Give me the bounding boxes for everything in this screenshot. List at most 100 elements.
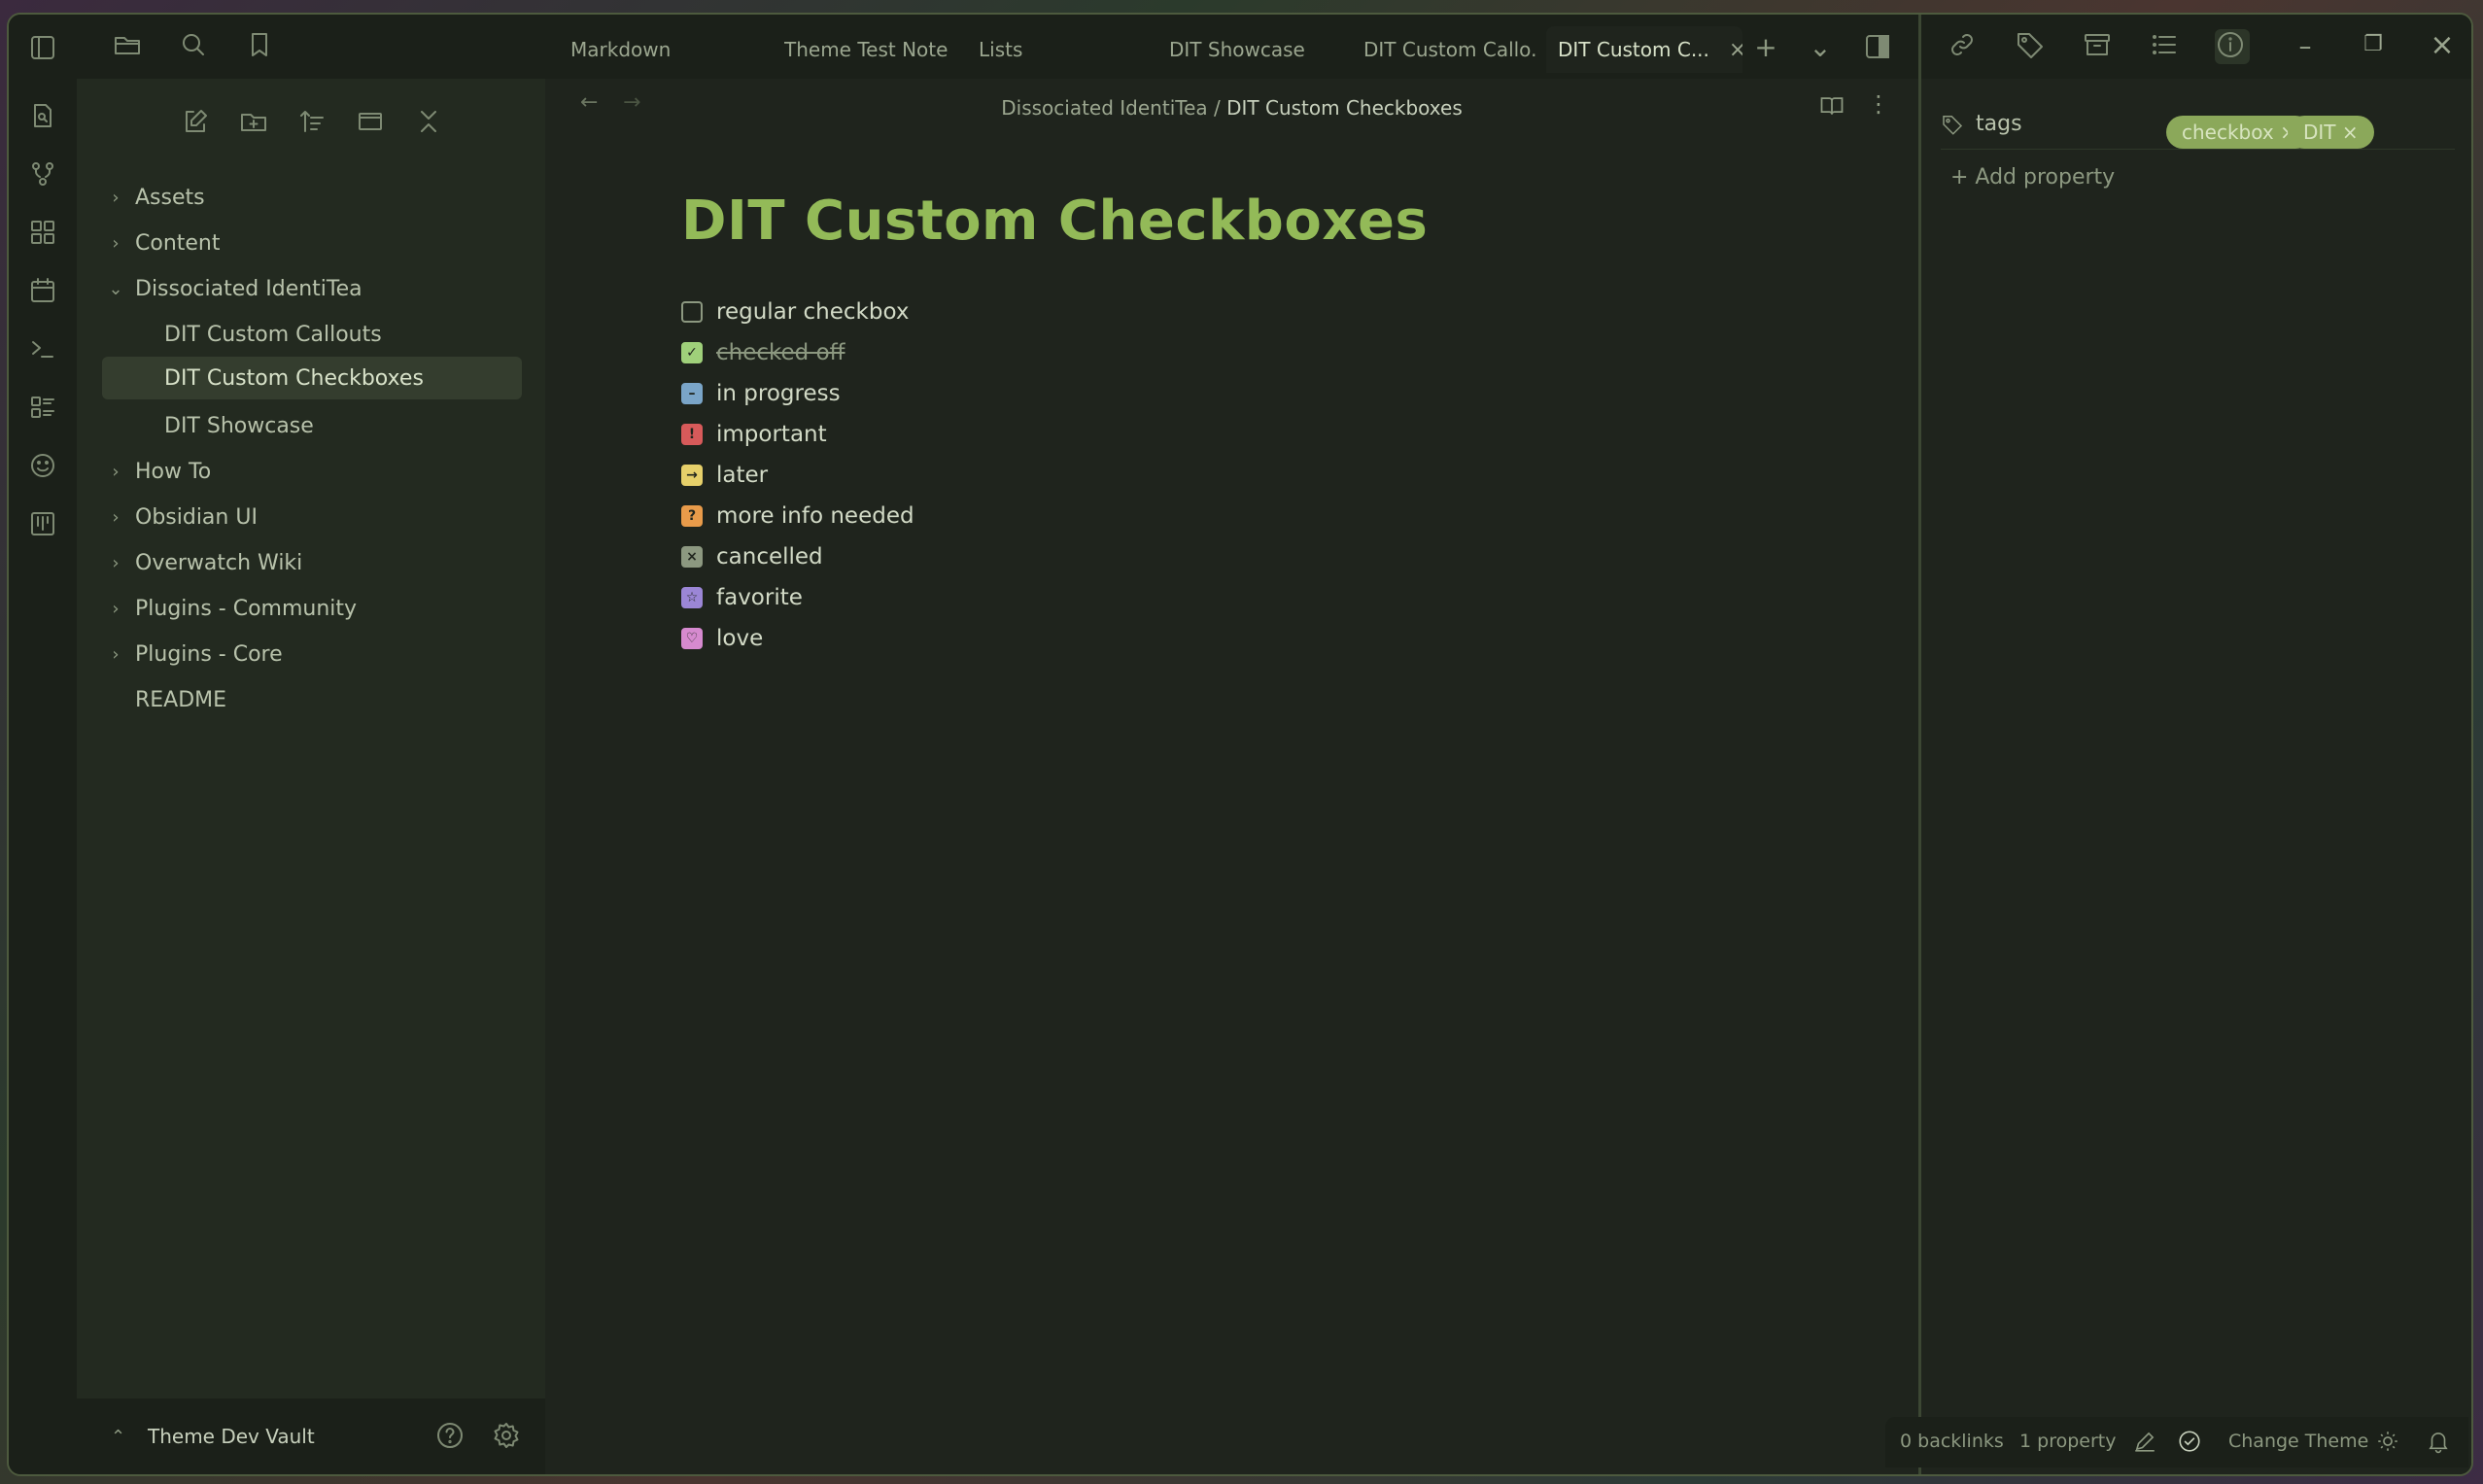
property-key-label: tags	[1976, 112, 2022, 136]
task-item: → later	[681, 455, 1428, 496]
tab-lists[interactable]: Lists	[979, 26, 1095, 73]
tag-icon[interactable]	[2015, 29, 2050, 64]
status-backlinks-label[interactable]: 0 backlinks	[1900, 1431, 2004, 1452]
backlinks-icon[interactable]	[1947, 29, 1982, 64]
ribbon	[9, 15, 77, 1474]
notification-bell-icon[interactable]	[2426, 1429, 2451, 1454]
task-item: – in progress	[681, 373, 1428, 414]
tab-list-chevron-down-icon[interactable]: ⌄	[1803, 30, 1838, 65]
kanban-icon[interactable]	[25, 506, 60, 541]
tag-icon	[1943, 115, 1963, 135]
tree-item-label: Dissociated IdentiTea	[135, 276, 362, 301]
graph-view-icon[interactable]	[25, 156, 60, 191]
task-label[interactable]: important	[716, 422, 827, 447]
status-properties[interactable]: 1 property	[2019, 1431, 2116, 1452]
close-tab-icon[interactable]: ×	[1729, 38, 1742, 62]
tree-folder-how-to[interactable]: › How To	[106, 452, 524, 491]
task-label[interactable]: regular checkbox	[716, 299, 909, 325]
tab-theme-test-note[interactable]: Theme Test Note	[784, 26, 969, 73]
edit-pencil-icon[interactable]	[2132, 1429, 2157, 1454]
sync-check-icon[interactable]	[2177, 1429, 2202, 1454]
open-quick-switcher-icon[interactable]	[25, 98, 60, 133]
emoji-icon[interactable]	[25, 448, 60, 483]
task-item: ? more info needed	[681, 496, 1428, 536]
breadcrumb-current[interactable]: DIT Custom Checkboxes	[1226, 96, 1463, 120]
sort-icon[interactable]	[296, 106, 331, 141]
tree-file-dit-custom-callouts[interactable]: DIT Custom Callouts	[164, 315, 524, 354]
daily-note-icon[interactable]	[25, 273, 60, 308]
vault-switcher-bar: ⌃ Theme Dev Vault	[77, 1398, 545, 1474]
canvas-icon[interactable]	[25, 215, 60, 250]
task-label[interactable]: favorite	[716, 585, 803, 610]
task-checkbox[interactable]	[681, 301, 703, 323]
collapse-all-icon[interactable]	[413, 106, 448, 141]
task-label[interactable]: checked off	[716, 340, 845, 365]
task-label[interactable]: love	[716, 626, 763, 651]
task-item: ♡ love	[681, 618, 1428, 659]
task-checkbox[interactable]: ×	[681, 546, 703, 568]
note-title[interactable]: DIT Custom Checkboxes	[681, 190, 1428, 253]
right-sidebar-header: – ❐ ×	[1921, 15, 2471, 79]
auto-reveal-icon[interactable]	[355, 106, 390, 141]
task-checkbox[interactable]: ?	[681, 505, 703, 527]
right-sidebar: – ❐ × tags checkbox × DIT × + Add proper…	[1918, 15, 2471, 1474]
new-folder-icon[interactable]	[238, 106, 273, 141]
tab-markdown[interactable]: Markdown	[570, 26, 716, 73]
breadcrumb-parent[interactable]: Dissociated IdentiTea	[1001, 96, 1207, 120]
vault-switcher-chevron-icon[interactable]: ⌃	[111, 1427, 125, 1447]
task-checkbox[interactable]: ☆	[681, 587, 703, 608]
breadcrumb-separator: /	[1214, 96, 1221, 120]
toggle-sidebar-icon[interactable]	[25, 30, 60, 65]
tree-file-dit-showcase[interactable]: DIT Showcase	[164, 406, 524, 445]
archive-icon[interactable]	[2082, 29, 2117, 64]
tree-folder-plugins-core[interactable]: › Plugins - Core	[106, 635, 524, 673]
help-icon[interactable]	[434, 1420, 469, 1455]
minimize-icon[interactable]: –	[2291, 32, 2320, 61]
tree-file-readme[interactable]: README	[135, 680, 524, 719]
tab-dit-custom-checkboxes[interactable]: DIT Custom C... ×	[1546, 26, 1742, 73]
task-label[interactable]: in progress	[716, 381, 841, 406]
task-label[interactable]: more info needed	[716, 503, 914, 529]
templates-icon[interactable]	[25, 390, 60, 425]
tree-file-dit-custom-checkboxes[interactable]: DIT Custom Checkboxes	[102, 357, 522, 399]
sun-icon[interactable]	[2375, 1429, 2400, 1454]
task-label[interactable]: cancelled	[716, 544, 823, 569]
vault-name[interactable]: Theme Dev Vault	[148, 1425, 315, 1448]
property-key[interactable]: tags	[1941, 112, 2022, 136]
more-options-icon[interactable]: ⋮	[1867, 90, 1890, 120]
tree-folder-dissociated-identitea[interactable]: ⌄ Dissociated IdentiTea	[106, 269, 524, 308]
info-icon[interactable]	[2215, 29, 2250, 64]
search-icon[interactable]	[178, 29, 213, 64]
add-property-button[interactable]: + Add property	[1950, 165, 2115, 190]
reading-view-book-icon[interactable]	[1818, 92, 1847, 121]
settings-gear-icon[interactable]	[491, 1420, 526, 1455]
toggle-right-sidebar-icon[interactable]	[1862, 31, 1897, 66]
task-checkbox[interactable]: →	[681, 465, 703, 486]
folder-icon[interactable]	[112, 29, 147, 64]
task-checkbox[interactable]: ✓	[681, 342, 703, 363]
tree-folder-content[interactable]: › Content	[106, 224, 524, 262]
close-window-icon[interactable]: ×	[2428, 28, 2457, 62]
tree-folder-obsidian-ui[interactable]: › Obsidian UI	[106, 498, 524, 536]
new-tab-plus-icon[interactable]: +	[1748, 30, 1783, 65]
task-checkbox[interactable]: !	[681, 424, 703, 445]
tab-dit-showcase[interactable]: DIT Showcase	[1169, 26, 1344, 73]
change-theme-button[interactable]: Change Theme	[2228, 1431, 2368, 1452]
tree-folder-overwatch-wiki[interactable]: › Overwatch Wiki	[106, 543, 524, 582]
task-checkbox[interactable]: ♡	[681, 628, 703, 649]
task-label[interactable]: later	[716, 463, 768, 488]
file-explorer-toolbar	[77, 98, 545, 147]
tab-dit-custom-callouts[interactable]: DIT Custom Callo...	[1363, 26, 1538, 73]
task-checkbox[interactable]: –	[681, 383, 703, 404]
tag-pill-dit[interactable]: DIT ×	[2288, 116, 2374, 149]
restore-icon[interactable]: ❐	[2359, 32, 2388, 56]
chevron-right-icon: ›	[112, 232, 120, 254]
view-header: ← → Dissociated IdentiTea / DIT Custom C…	[545, 79, 1918, 131]
sidebar-tab-header	[77, 15, 545, 79]
tree-folder-plugins-community[interactable]: › Plugins - Community	[106, 589, 524, 628]
outline-list-icon[interactable]	[2149, 29, 2184, 64]
bookmark-icon[interactable]	[244, 29, 279, 64]
new-note-icon[interactable]	[180, 106, 215, 141]
command-palette-icon[interactable]	[25, 331, 60, 366]
tree-folder-assets[interactable]: › Assets	[106, 178, 524, 217]
